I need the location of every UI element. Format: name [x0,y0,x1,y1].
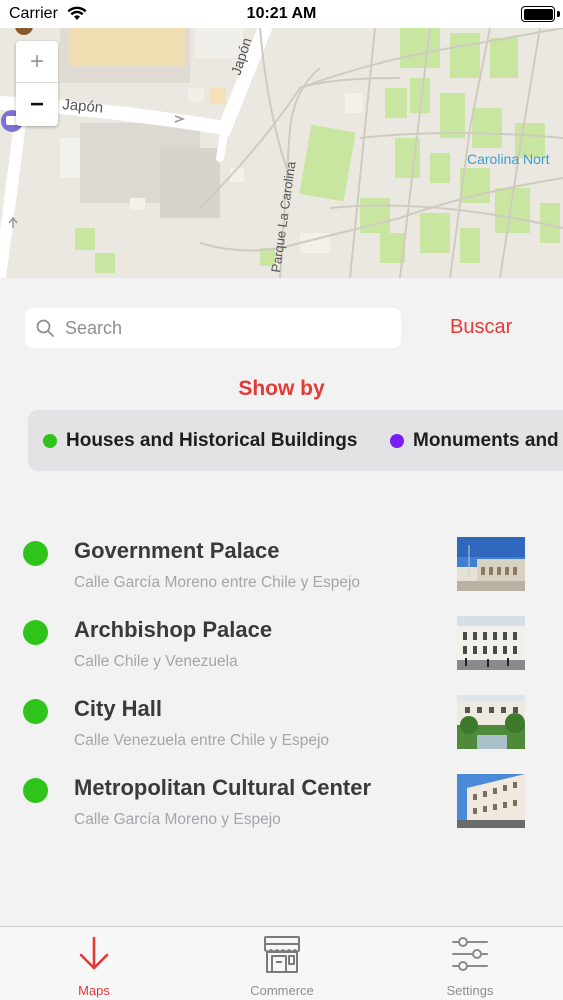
sliders-icon [452,937,488,971]
tab-label: Commerce [250,983,314,998]
green-dot-icon [23,699,48,724]
place-address: Calle Chile y Venezuela [74,653,238,670]
map-label-carolina-norte: Carolina Nort [467,151,550,167]
zoom-out-button[interactable]: − [16,84,58,126]
clock: 10:21 AM [246,5,317,22]
place-title: Metropolitan Cultural Center [74,775,372,800]
map-tiles: Japón Japón Parque La Carolina Carolina … [0,28,563,278]
place-photo [457,616,525,670]
place-title: Archbishop Palace [74,617,273,642]
show-by-heading: Show by [238,377,325,400]
search-icon [36,319,54,337]
place-address: Calle Venezuela entre Chile y Espejo [74,732,330,749]
zoom-in-button[interactable]: + [16,41,58,83]
status-bar: Carrier 10:21 AM [0,0,563,28]
app-screen: Carrier 10:21 AM Japón Japón Parque La C… [0,0,563,1000]
tab-label: Maps [78,983,110,998]
list-item[interactable]: City Hall Calle Venezuela entre Chile y … [0,695,563,774]
battery-icon [521,6,555,22]
search-bar [25,308,401,348]
place-photo [457,537,525,591]
map-label-japon: Japón [62,96,104,116]
purple-dot-icon [390,434,404,448]
green-dot-icon [43,434,57,448]
tab-label: Settings [446,983,494,998]
filter-label: Monuments and [413,430,559,451]
green-dot-icon [23,778,48,803]
place-title: Government Palace [74,538,280,563]
list-item[interactable]: Metropolitan Cultural Center Calle Garcí… [0,774,563,853]
map-view[interactable]: Japón Japón Parque La Carolina Carolina … [0,28,563,278]
filter-label: Houses and Historical Buildings [66,430,358,451]
tab-maps[interactable]: Maps [0,927,188,1000]
search-input[interactable] [65,308,395,348]
place-photo [457,774,525,828]
place-address: Calle García Moreno entre Chile y Espejo [74,574,361,591]
list-item[interactable]: Government Palace Calle García Moreno en… [0,537,563,616]
list-item[interactable]: Archbishop Palace Calle Chile y Venezuel… [0,616,563,695]
filter-bar: Houses and Historical Buildings Monument… [28,410,563,471]
battery-tip [557,11,560,17]
tab-commerce[interactable]: Commerce [188,927,376,1000]
place-address: Calle García Moreno y Espejo [74,811,281,828]
place-photo [457,695,525,749]
tab-settings[interactable]: Settings [376,927,563,1000]
buscar-button[interactable]: Buscar [450,316,512,339]
zoom-control: + − [16,41,58,126]
storefront-icon [264,936,300,973]
green-dot-icon [23,620,48,645]
arrow-down-icon [79,936,109,970]
place-title: City Hall [74,696,163,721]
tab-bar: Maps Commerce Settings [0,926,563,1000]
green-dot-icon [23,541,48,566]
